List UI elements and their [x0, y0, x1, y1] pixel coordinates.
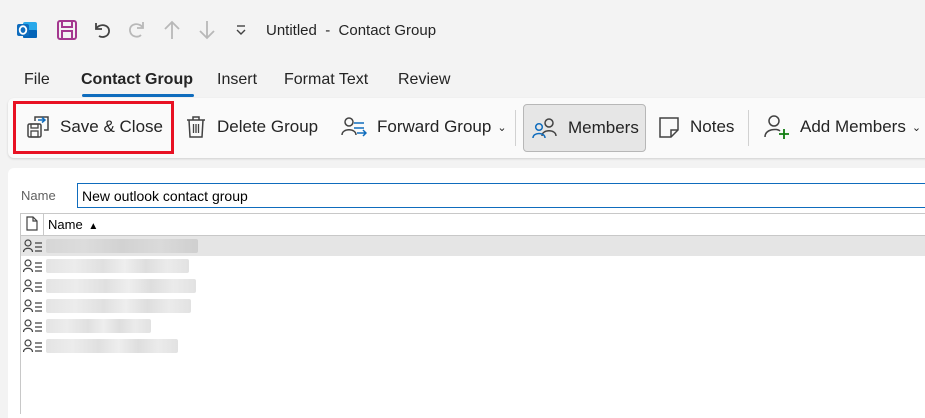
item-type-column[interactable]: [21, 214, 44, 235]
window-title: Untitled - Contact Group: [266, 22, 437, 39]
group-name-input[interactable]: [77, 183, 925, 208]
redacted-contact-name: [46, 299, 191, 313]
forward-group-icon: [341, 115, 367, 139]
list-header: Name ▲: [21, 214, 925, 236]
name-label: Name: [21, 188, 56, 203]
redacted-contact-name: [46, 239, 198, 253]
tab-review[interactable]: Review: [398, 71, 450, 89]
redo-icon[interactable]: [125, 18, 149, 42]
tab-format-text[interactable]: Format Text: [284, 71, 368, 89]
tab-insert[interactable]: Insert: [217, 71, 257, 89]
redacted-contact-name: [46, 319, 151, 333]
redacted-contact-name: [46, 279, 196, 293]
chevron-down-icon: ⌄: [911, 121, 922, 134]
members-icon: [532, 116, 558, 140]
contact-icon: [22, 339, 43, 358]
highlight-annotation-box: [13, 101, 174, 154]
customize-qat-icon[interactable]: [229, 18, 253, 42]
add-person-icon: [764, 114, 790, 140]
name-column-header[interactable]: Name ▲: [48, 217, 98, 232]
undo-icon[interactable]: [90, 18, 114, 42]
notes-button[interactable]: Notes: [658, 104, 734, 150]
redacted-contact-name: [46, 259, 189, 273]
list-row[interactable]: [21, 236, 925, 256]
forward-group-label: Forward Group: [377, 117, 492, 136]
notes-label: Notes: [690, 117, 735, 136]
outlook-icon: [15, 18, 39, 42]
members-label: Members: [568, 118, 639, 137]
redacted-contact-name: [46, 339, 178, 353]
add-members-label: Add Members: [800, 117, 906, 136]
tab-file[interactable]: File: [24, 71, 50, 89]
list-row[interactable]: [21, 316, 925, 336]
sort-ascending-icon: ▲: [88, 221, 99, 232]
ribbon-tabs: File Contact Group Insert Format Text Re…: [0, 62, 925, 98]
members-list: Name ▲: [20, 213, 925, 414]
list-row[interactable]: [21, 256, 925, 276]
delete-group-label: Delete Group: [217, 117, 319, 136]
list-row[interactable]: [21, 336, 925, 356]
down-arrow-icon[interactable]: [195, 18, 219, 42]
up-arrow-icon[interactable]: [160, 18, 184, 42]
notes-icon: [658, 115, 680, 139]
chevron-down-icon: ⌄: [497, 121, 507, 134]
members-button[interactable]: Members: [523, 104, 646, 152]
document-icon: [26, 215, 38, 234]
trash-icon: [185, 115, 207, 139]
list-row[interactable]: [21, 296, 925, 316]
active-tab-indicator: [82, 94, 194, 97]
forward-group-button[interactable]: Forward Group ⌄: [341, 104, 507, 150]
list-row[interactable]: [21, 276, 925, 296]
ribbon-separator: [515, 110, 516, 146]
ribbon-separator: [748, 110, 749, 146]
name-column-label: Name: [48, 217, 83, 232]
delete-group-button[interactable]: Delete Group: [185, 104, 318, 150]
add-members-button[interactable]: Add Members ⌄: [764, 104, 921, 150]
title-bar: Untitled - Contact Group: [0, 0, 925, 62]
save-icon[interactable]: [55, 18, 79, 42]
tab-contact-group[interactable]: Contact Group: [81, 71, 193, 89]
